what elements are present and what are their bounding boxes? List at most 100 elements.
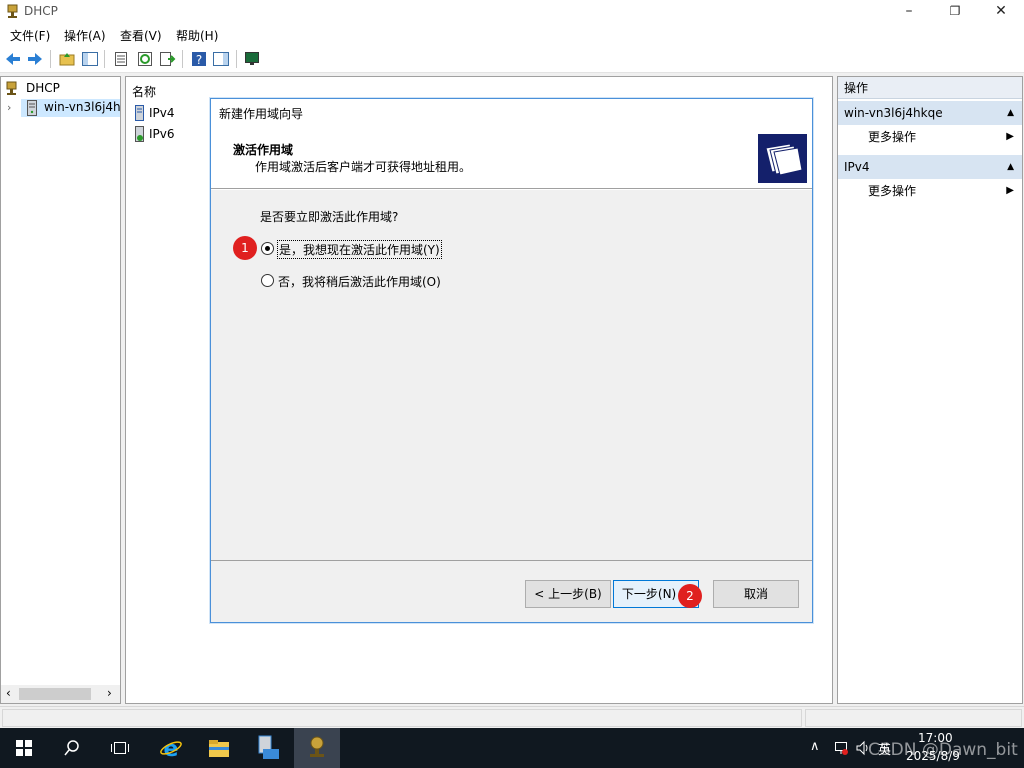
tree-item-server[interactable]: win-vn3l6j4hl [21,99,120,117]
properties-icon[interactable] [112,50,130,68]
list-item[interactable]: IPv6 [132,125,202,143]
export-list-icon[interactable] [158,50,176,68]
radio-activate-now[interactable]: 是，我想现在激活此作用域(Y) [261,240,491,259]
ipv4-icon [135,105,144,121]
actions-header: 操作 [838,77,1022,99]
refresh-icon[interactable] [136,50,154,68]
toolbar-separator [50,50,51,68]
scroll-left-icon[interactable]: ‹ [6,686,11,700]
server-manager-button[interactable] [246,728,292,768]
actions-section-ipv4[interactable]: IPv4 ▲ [838,155,1022,179]
annotation-badge-2: 2 [678,584,702,608]
dhcp-icon [6,81,17,95]
dhcp-app-icon [7,4,18,18]
wizard-heading: 激活作用域 [233,143,294,157]
radio-activate-later[interactable]: 否，我将稍后激活此作用域(O) [261,272,491,290]
wizard-body: 是否要立即激活此作用域? 是，我想现在激活此作用域(Y) 否，我将稍后激活此作用… [211,190,812,560]
forward-arrow-icon[interactable] [26,50,44,68]
up-folder-icon[interactable] [58,50,76,68]
more-actions-label: 更多操作 [868,184,917,198]
column-header-name[interactable]: 名称 [132,83,156,100]
wizard-subheading: 作用域激活后客户端才可获得地址租用。 [255,160,472,174]
console-tree: DHCP win-vn3l6j4hl › ‹ › [0,76,121,704]
scrollbar-thumb[interactable] [19,688,91,700]
back-arrow-icon[interactable] [4,50,22,68]
search-icon [64,740,79,756]
wizard-footer: < 上一步(B) 下一步(N) > 取消 2 [211,560,812,622]
start-button[interactable] [0,728,46,768]
status-segment [2,709,802,727]
more-actions-ipv4[interactable]: 更多操作 ▶ [838,179,1022,203]
toolbar-separator [104,50,105,68]
tree-item-dhcp[interactable]: DHCP [4,80,118,98]
folder-icon [209,740,229,757]
search-button[interactable] [48,728,94,768]
show-hide-tree-icon[interactable] [81,50,99,68]
wizard-title: 新建作用域向导 [211,99,812,129]
ie-button[interactable]: e [148,728,194,768]
collapse-up-icon[interactable]: ▲ [1007,101,1014,125]
list-item[interactable]: IPv4 [132,104,202,122]
radio-button-checked[interactable] [261,242,274,255]
toolbar: ? [0,45,1024,73]
actions-pane: 操作 win-vn3l6j4hkqe ▲ 更多操作 ▶ IPv4 ▲ 更多操作 … [837,76,1023,704]
minimize-icon: – [905,3,913,19]
activate-question: 是否要立即激活此作用域? [260,210,399,224]
dhcp-icon [310,736,324,757]
actions-section-title: win-vn3l6j4hkqe [844,106,943,120]
list-item-ipv6: IPv6 [149,127,175,141]
windows-logo-icon [16,740,32,756]
menu-action[interactable]: 操作(A) [64,27,106,44]
tree-label-dhcp: DHCP [26,81,60,95]
radio-label-activate-later: 否，我将稍后激活此作用域(O) [278,275,441,289]
help-icon[interactable]: ? [190,50,208,68]
minimize-button[interactable]: – [886,0,932,24]
back-button[interactable]: < 上一步(B) [525,580,611,608]
new-scope-wizard-dialog: 新建作用域向导 激活作用域 作用域激活后客户端才可获得地址租用。 是否要立即激活… [210,98,813,623]
wizard-folders-icon [758,134,807,183]
dhcp-taskbar-button[interactable] [294,728,340,768]
more-actions-label: 更多操作 [868,130,917,144]
task-view-icon [111,742,129,754]
maximize-button[interactable]: ❐ [932,0,978,24]
csdn-watermark: CSDN @Dawn_bit [868,740,1018,760]
status-bar [0,706,1024,728]
actions-section-server[interactable]: win-vn3l6j4hkqe ▲ [838,101,1022,125]
cancel-button[interactable]: 取消 [713,580,799,608]
more-actions-server[interactable]: 更多操作 ▶ [838,125,1022,149]
annotation-badge-1: 1 [233,236,257,260]
svg-text:?: ? [196,53,202,67]
toolbar-separator [182,50,183,68]
ipv6-icon [135,126,144,142]
menu-help[interactable]: 帮助(H) [176,27,218,44]
taskbar: e ∧ 英 17:00 2025/8/9 CSDN @Dawn_bit [0,728,1024,768]
menu-view[interactable]: 查看(V) [120,27,162,44]
scroll-right-icon[interactable]: › [107,686,112,700]
monitor-icon[interactable] [243,50,261,68]
submenu-arrow-icon: ▶ [1006,131,1014,142]
chevron-right-icon[interactable]: › [7,101,11,114]
submenu-arrow-icon: ▶ [1006,185,1014,196]
window-title: DHCP [24,4,58,18]
collapse-up-icon[interactable]: ▲ [1007,155,1014,179]
radio-label-activate-now: 是，我想现在激活此作用域(Y) [277,240,442,259]
file-explorer-button[interactable] [196,728,242,768]
actions-section-title: IPv4 [844,160,870,174]
tree-horizontal-scrollbar[interactable]: ‹ › [1,685,120,703]
radio-button-unchecked[interactable] [261,274,274,287]
close-icon: ✕ [995,3,1007,19]
wizard-header: 激活作用域 作用域激活后客户端才可获得地址租用。 [211,129,812,189]
show-hidden-icons-chevron-up-icon[interactable]: ∧ [810,739,820,754]
list-item-ipv4: IPv4 [149,106,175,120]
close-button[interactable]: ✕ [978,0,1024,24]
title-bar: DHCP – ❐ ✕ [0,0,1024,24]
svg-text:e: e [164,737,179,760]
restore-icon: ❐ [949,4,961,18]
network-icon[interactable] [833,740,849,756]
task-view-button[interactable] [96,728,142,768]
action-pane-toggle-icon[interactable] [212,50,230,68]
tree-label-server: win-vn3l6j4hl [44,100,120,114]
server-icon [27,100,37,116]
menu-file[interactable]: 文件(F) [10,27,50,44]
server-manager-icon [258,735,279,759]
